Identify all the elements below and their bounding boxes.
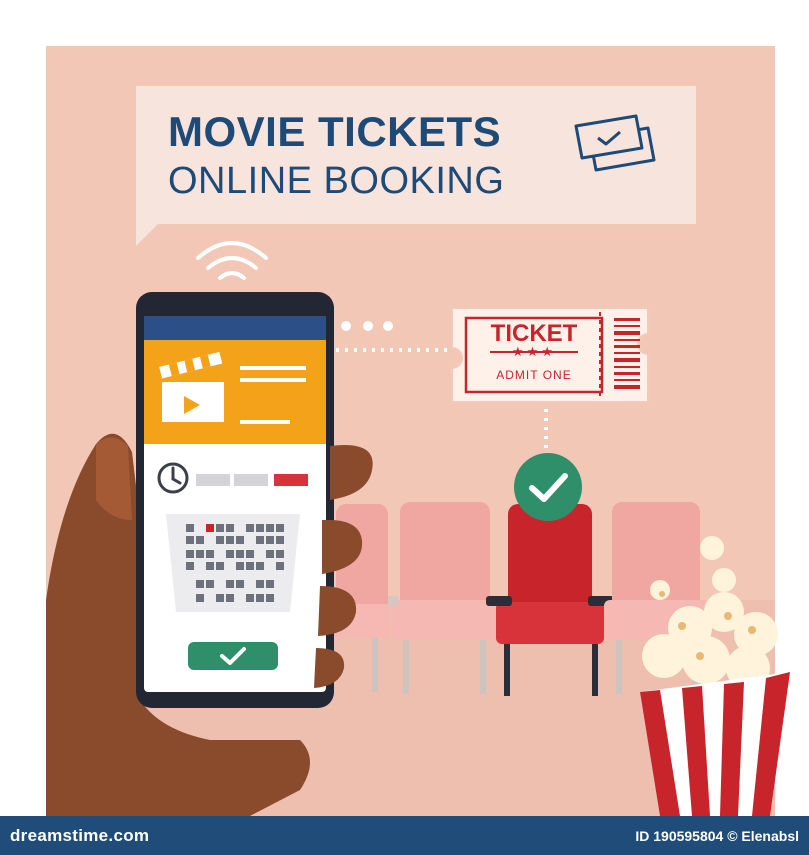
seat (388, 502, 498, 694)
wifi-icon (196, 241, 268, 280)
footer-credit: ID 190595804 © Elenabsl (635, 828, 799, 844)
confirm-button (188, 642, 278, 670)
footer-brand: dreamstime.com (10, 826, 150, 845)
seat-map (166, 514, 300, 612)
connector-dots (341, 321, 393, 331)
clock-icon (157, 462, 189, 494)
ticket-label: TICKET (490, 320, 578, 347)
seat-check-badge (514, 453, 582, 521)
showtime-options (196, 474, 308, 486)
ticket-subtitle: ADMIT ONE (496, 368, 572, 382)
seat-selected (486, 504, 614, 696)
scene (46, 241, 790, 816)
ticket-stars: ★★★ (512, 345, 556, 360)
